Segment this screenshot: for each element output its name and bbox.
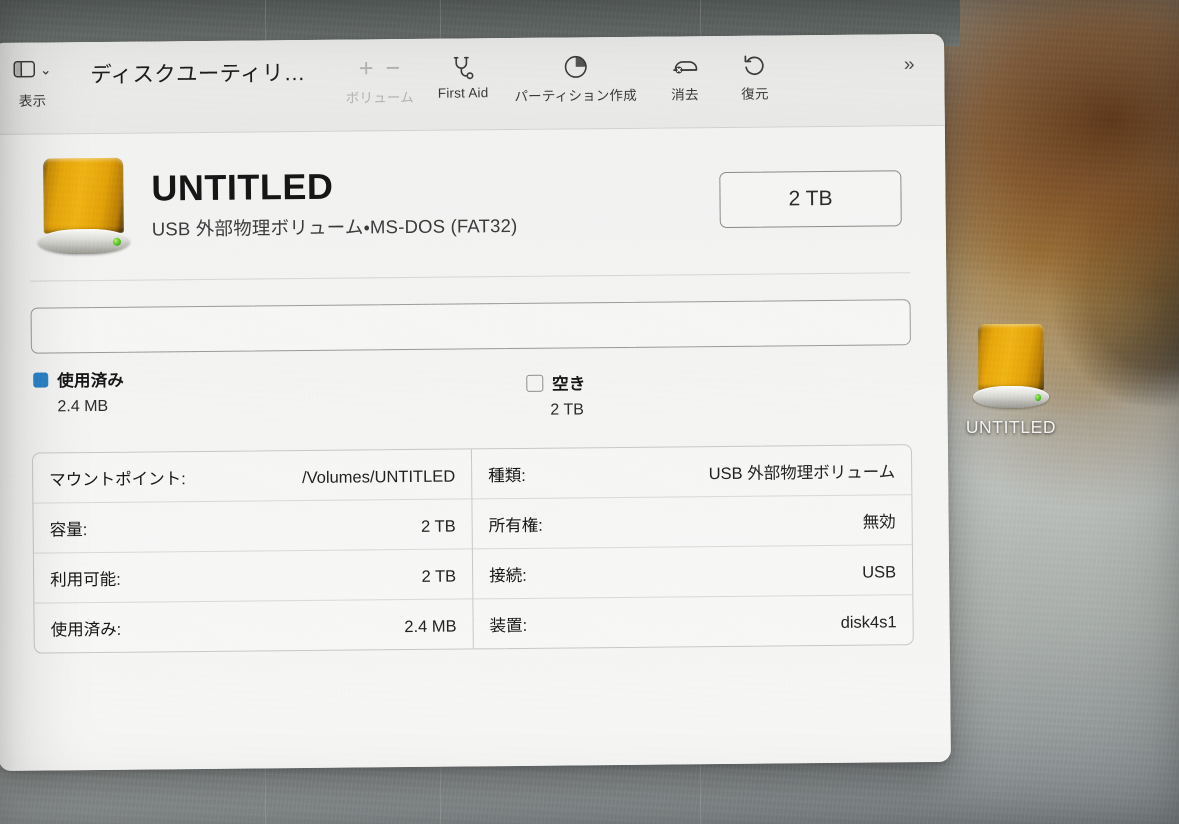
toolbar: ⌄ 表示 ディスクユーティリ… + − ボリューム First Aid パーティ…: [0, 33, 945, 135]
toolbar-left-group: ⌄ 表示: [10, 56, 65, 110]
toolbar-right-group: »: [892, 48, 926, 80]
remove-volume-icon[interactable]: −: [385, 54, 400, 82]
sidebar-icon: [13, 60, 35, 83]
info-key: 接続:: [489, 566, 527, 586]
legend-swatch-used: [33, 371, 49, 388]
info-key: 容量:: [49, 521, 88, 540]
info-key: 種類:: [488, 466, 526, 486]
window-title: ディスクユーティリ…: [90, 60, 306, 88]
restore-button[interactable]: 復元: [732, 49, 777, 102]
toolbar-overflow-button[interactable]: »: [892, 50, 926, 80]
add-volume-icon[interactable]: +: [359, 54, 374, 82]
info-value: /Volumes/UNTITLED: [301, 467, 456, 488]
legend-item-used: 使用済み 2.4 MB: [33, 367, 124, 425]
info-value: disk4s1: [840, 613, 897, 632]
info-key: 装置:: [489, 616, 528, 636]
info-value: 2 TB: [421, 517, 456, 536]
legend-label-free: 空き: [552, 375, 586, 394]
table-row: 種類: USB 外部物理ボリューム: [471, 445, 912, 500]
desktop-icon-label: UNTITLED: [965, 417, 1057, 437]
desktop-drive-icon: [973, 324, 1049, 408]
legend-value-used: 2.4 MB: [57, 397, 109, 416]
info-value: USB: [862, 563, 897, 582]
legend-label-used: 使用済み: [57, 371, 125, 391]
chevron-down-icon[interactable]: ⌄: [40, 61, 52, 77]
eraser-icon: [671, 50, 698, 80]
partition-button[interactable]: パーティション作成: [514, 51, 637, 105]
info-key: 所有権:: [488, 516, 543, 536]
capacity-usage-bar: [30, 299, 911, 354]
table-row: 使用済み: 2.4 MB: [34, 599, 472, 652]
partition-label: パーティション作成: [514, 87, 637, 104]
table-row: 利用可能: 2 TB: [33, 549, 473, 604]
info-column-right: 種類: USB 外部物理ボリューム 所有権: 無効 接続: USB 装置: di…: [471, 445, 913, 648]
erase-button[interactable]: 消去: [662, 50, 707, 103]
view-label: 表示: [18, 93, 47, 109]
volume-detail-pane: UNTITLED USB 外部物理ボリューム・MS-DOS (FAT32) 2 …: [0, 126, 950, 654]
volume-header: UNTITLED USB 外部物理ボリューム・MS-DOS (FAT32) 2 …: [29, 126, 910, 276]
stethoscope-icon: [450, 52, 476, 82]
first-aid-label: First Aid: [437, 85, 489, 101]
erase-label: 消去: [671, 87, 699, 103]
pie-chart-icon: [563, 51, 588, 81]
usage-legend: 使用済み 2.4 MB 空き 2 TB: [31, 359, 912, 424]
volume-label: ボリューム: [345, 89, 414, 106]
info-value: USB 外部物理ボリューム: [708, 463, 896, 484]
info-column-left: マウントポイント: /Volumes/UNTITLED 容量: 2 TB 利用可…: [32, 449, 474, 653]
info-value: 2.4 MB: [404, 617, 457, 637]
first-aid-button[interactable]: First Aid: [437, 52, 489, 101]
table-row: 容量: 2 TB: [33, 499, 472, 554]
volume-drive-icon: [37, 157, 131, 255]
restore-label: 復元: [741, 86, 769, 102]
volume-name: UNTITLED: [151, 166, 334, 209]
info-value: 2 TB: [421, 567, 457, 586]
volume-info-table: マウントポイント: /Volumes/UNTITLED 容量: 2 TB 利用可…: [31, 444, 914, 654]
table-row: マウントポイント: /Volumes/UNTITLED: [32, 449, 472, 504]
undo-icon: [742, 50, 766, 80]
table-row: 接続: USB: [472, 545, 913, 600]
info-key: マウントポイント:: [49, 470, 186, 490]
info-key: 使用済み:: [50, 620, 122, 640]
view-button[interactable]: ⌄ 表示: [10, 56, 55, 109]
legend-item-free: 空き 2 TB: [526, 370, 586, 420]
capacity-badge: 2 TB: [719, 170, 902, 229]
table-row: 所有権: 無効: [472, 495, 912, 550]
volume-controls[interactable]: + − ボリューム: [345, 53, 414, 107]
desktop-volume-icon[interactable]: UNTITLED: [963, 324, 1059, 438]
volume-subtitle: USB 外部物理ボリューム・MS-DOS (FAT32): [151, 214, 518, 240]
legend-swatch-free: [526, 374, 544, 392]
table-row: 装置: disk4s1: [473, 595, 912, 648]
info-key: 利用可能:: [50, 570, 121, 590]
info-value: 無効: [862, 513, 896, 532]
disk-utility-window[interactable]: ⌄ 表示 ディスクユーティリ… + − ボリューム First Aid パーティ…: [0, 33, 951, 771]
legend-value-free: 2 TB: [550, 401, 584, 419]
